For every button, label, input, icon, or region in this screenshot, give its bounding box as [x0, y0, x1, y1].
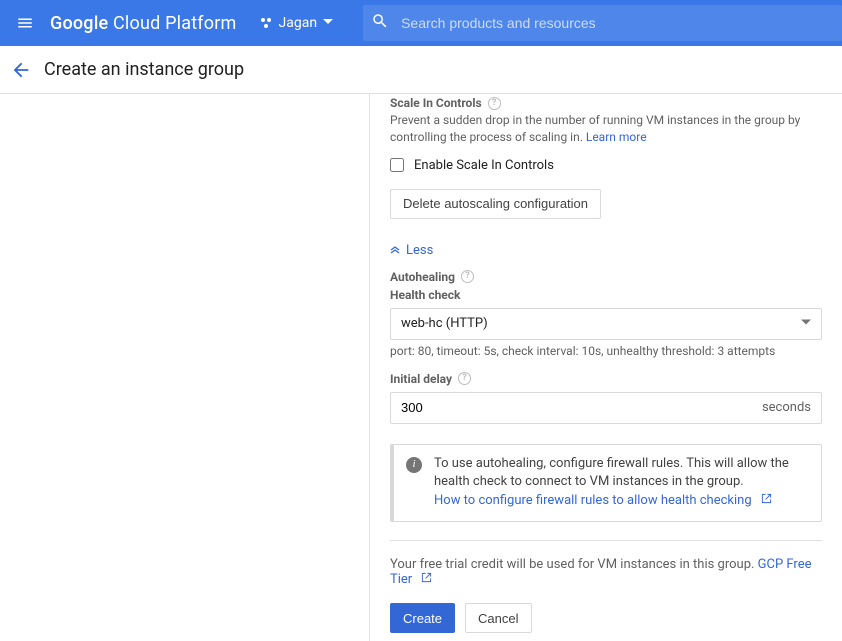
- health-check-select[interactable]: web-hc (HTTP): [390, 308, 822, 340]
- health-check-label: Health check: [390, 288, 822, 302]
- content-area: Scale In Controls ? Prevent a sudden dro…: [0, 94, 842, 641]
- project-dots-icon: [259, 16, 273, 30]
- menu-icon[interactable]: [10, 8, 40, 38]
- trial-note: Your free trial credit will be used for …: [390, 557, 822, 587]
- enable-scale-in-row[interactable]: Enable Scale In Controls: [390, 158, 822, 173]
- external-link-icon: [761, 492, 772, 511]
- page-title: Create an instance group: [44, 59, 244, 80]
- search-box[interactable]: [363, 5, 842, 41]
- collapse-icon: [390, 243, 400, 258]
- help-icon[interactable]: ?: [461, 270, 474, 283]
- initial-delay-label: Initial delay ?: [390, 372, 822, 386]
- health-check-value: web-hc (HTTP): [401, 316, 488, 331]
- less-toggle[interactable]: Less: [390, 243, 822, 258]
- cancel-button[interactable]: Cancel: [465, 603, 531, 633]
- left-panel: [0, 94, 370, 641]
- logo-cloud: Cloud Platform: [113, 13, 237, 34]
- scale-in-label: Scale In Controls ?: [390, 96, 822, 110]
- autohealing-label: Autohealing ?: [390, 270, 822, 284]
- enable-scale-in-checkbox[interactable]: [390, 158, 404, 172]
- initial-delay-input[interactable]: [401, 400, 762, 415]
- initial-delay-field[interactable]: seconds: [390, 392, 822, 424]
- page-subheader: Create an instance group: [0, 46, 842, 94]
- help-icon[interactable]: ?: [458, 372, 471, 385]
- form-panel: Scale In Controls ? Prevent a sudden dro…: [370, 94, 842, 641]
- firewall-rules-link[interactable]: How to configure firewall rules to allow…: [434, 493, 772, 508]
- info-text: To use autohealing, configure firewall r…: [434, 456, 789, 490]
- delete-autoscaling-button[interactable]: Delete autoscaling configuration: [390, 189, 601, 219]
- scale-in-desc: Prevent a sudden drop in the number of r…: [390, 112, 822, 146]
- search-icon: [371, 12, 389, 34]
- search-input[interactable]: [401, 15, 834, 31]
- create-button[interactable]: Create: [390, 603, 455, 633]
- enable-scale-in-label: Enable Scale In Controls: [414, 158, 554, 173]
- project-name: Jagan: [279, 15, 318, 31]
- top-bar: Google Cloud Platform Jagan: [0, 0, 842, 46]
- form-actions: Create Cancel: [390, 603, 822, 633]
- learn-more-link[interactable]: Learn more: [586, 130, 647, 144]
- help-icon[interactable]: ?: [488, 97, 501, 110]
- caret-down-icon: [801, 316, 811, 331]
- info-icon: i: [406, 457, 422, 473]
- health-check-meta: port: 80, timeout: 5s, check interval: 1…: [390, 344, 822, 358]
- firewall-info-box: i To use autohealing, configure firewall…: [390, 444, 822, 523]
- divider: [390, 540, 822, 541]
- caret-down-icon: [323, 15, 333, 31]
- external-link-icon: [421, 572, 432, 587]
- back-arrow-icon[interactable]: [6, 55, 36, 85]
- project-picker[interactable]: Jagan: [259, 15, 334, 31]
- initial-delay-unit: seconds: [762, 400, 811, 415]
- gcp-logo[interactable]: Google Cloud Platform: [50, 13, 237, 34]
- logo-google: Google: [50, 13, 108, 34]
